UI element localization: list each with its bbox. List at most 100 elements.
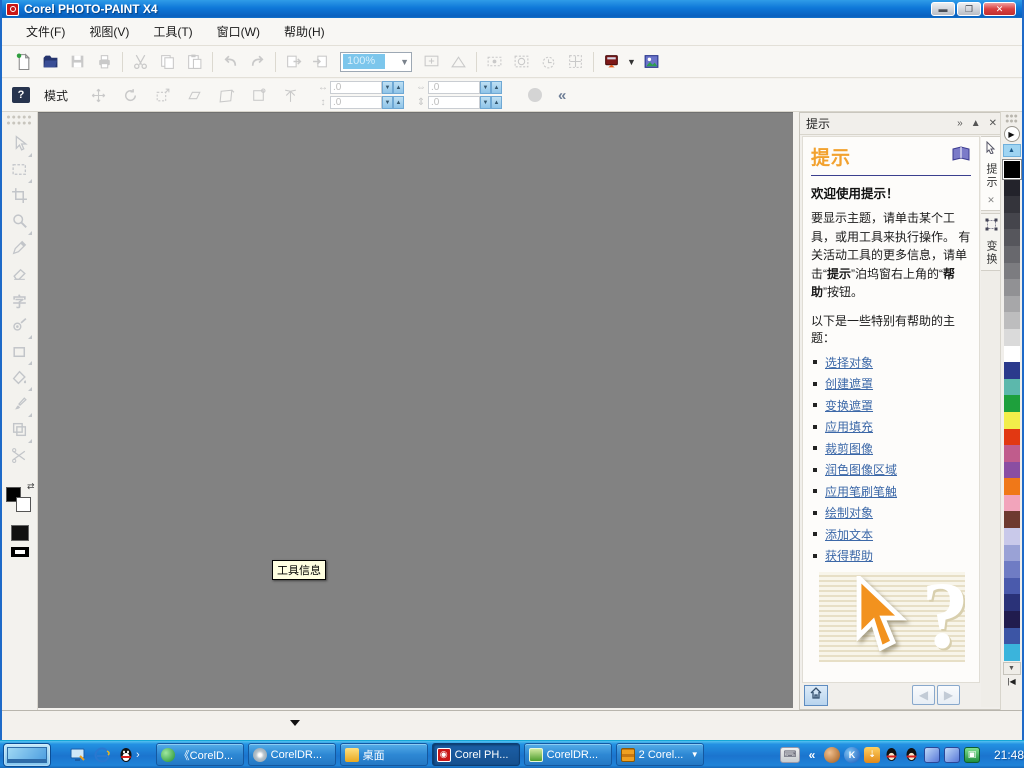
color-swatch[interactable] <box>1003 511 1020 529</box>
taskbar-button[interactable]: CorelDR... <box>523 743 612 766</box>
hint-topic-link[interactable]: 应用笔刷笔触 <box>825 483 897 500</box>
taskbar-button[interactable]: 桌面 <box>339 743 428 766</box>
export-button[interactable] <box>307 50 334 74</box>
tab-transform[interactable]: 变换 <box>981 213 1002 271</box>
skew-button[interactable] <box>178 83 210 107</box>
help-book-icon[interactable] <box>951 146 971 167</box>
quicklaunch-expand-icon[interactable]: › <box>136 749 140 761</box>
collapse-chevron-icon[interactable]: « <box>804 747 820 763</box>
taskbar-button[interactable]: CorelDR... <box>247 743 336 766</box>
color-swatch[interactable] <box>1003 561 1020 578</box>
hint-topic-link[interactable]: 获得帮助 <box>825 547 873 564</box>
pick-tool[interactable] <box>6 133 34 159</box>
menu-window[interactable]: 窗口(W) <box>205 19 272 44</box>
color-swatch[interactable] <box>1003 362 1020 379</box>
color-swatch[interactable] <box>1003 445 1020 462</box>
color-swatch[interactable] <box>1002 160 1021 179</box>
color-swatch[interactable] <box>1003 279 1020 296</box>
color-swatch[interactable] <box>1003 594 1020 612</box>
minimize-button[interactable]: ▬ <box>931 2 955 16</box>
color-swatch[interactable] <box>1003 212 1020 230</box>
hint-topic-link[interactable]: 添加文本 <box>825 526 873 543</box>
duplicate-button[interactable] <box>535 50 562 74</box>
perspective-button[interactable] <box>242 83 274 107</box>
downloader-icon[interactable]: ⇣ <box>863 746 880 763</box>
color-swatch[interactable] <box>1003 345 1020 363</box>
palette-flyout-button[interactable]: ▶ <box>1003 126 1020 142</box>
welcome-screen-button[interactable] <box>638 50 665 74</box>
y-spin-up[interactable]: ▲ <box>393 96 405 109</box>
qq-contact-1-icon[interactable] <box>884 747 900 763</box>
docker-close-icon[interactable]: ✕ <box>989 118 997 129</box>
color-swatch[interactable] <box>1003 461 1020 479</box>
color-swatch[interactable] <box>1003 229 1020 246</box>
mask-border-button[interactable] <box>508 50 535 74</box>
palette-expand-button[interactable]: |◀ <box>1004 677 1020 686</box>
cut-button[interactable] <box>127 50 154 74</box>
mask-overlay-button[interactable] <box>445 50 472 74</box>
open-button[interactable] <box>37 50 64 74</box>
color-swatch[interactable] <box>1003 378 1020 396</box>
w-spin-down[interactable]: ▼ <box>480 81 492 94</box>
transparency-grid-button[interactable] <box>562 50 589 74</box>
hint-topic-link[interactable]: 裁剪图像 <box>825 440 873 457</box>
color-swatch[interactable] <box>1003 528 1020 545</box>
home-button[interactable] <box>804 684 828 706</box>
mask-tool[interactable] <box>6 159 34 185</box>
hint-topic-link[interactable]: 选择对象 <box>825 354 873 371</box>
color-swatch[interactable] <box>1003 312 1020 329</box>
combo-dropdown-icon[interactable]: ▼ <box>400 57 409 67</box>
paste-button[interactable] <box>181 50 208 74</box>
show-mask-marquee-button[interactable] <box>481 50 508 74</box>
rotate-button[interactable] <box>114 83 146 107</box>
docker-collapse-icon[interactable]: ▲ <box>971 118 981 129</box>
paint-tool[interactable] <box>6 393 34 419</box>
color-swatch[interactable] <box>1003 644 1020 661</box>
forward-button[interactable]: ▶ <box>937 685 960 705</box>
tab-hints[interactable]: 提示 ✕ <box>981 136 1002 211</box>
width-field[interactable]: .0 <box>428 81 481 94</box>
tab-close-icon[interactable]: ✕ <box>987 195 995 206</box>
start-button[interactable] <box>3 742 51 767</box>
taskbar-button[interactable]: 2 Corel... ▼ <box>615 743 704 766</box>
color-swatch[interactable] <box>1003 494 1020 512</box>
x-spin-up[interactable]: ▲ <box>393 81 405 94</box>
color-swatch[interactable] <box>1003 544 1020 562</box>
hint-topic-link[interactable]: 应用填充 <box>825 418 873 435</box>
x-spin-down[interactable]: ▼ <box>382 81 394 94</box>
docker-float-icon[interactable]: » <box>957 118 963 129</box>
touchup-tool[interactable] <box>6 315 34 341</box>
hint-topic-link[interactable]: 润色图像区域 <box>825 461 897 478</box>
w-spin-up[interactable]: ▲ <box>491 81 503 94</box>
network-status-2-icon[interactable] <box>943 746 960 763</box>
eyedropper-tool[interactable] <box>6 237 34 263</box>
background-color-swatch[interactable] <box>15 497 31 512</box>
position-button[interactable] <box>82 83 114 107</box>
group-dropdown-icon[interactable]: ▼ <box>691 750 699 759</box>
color-swatch[interactable] <box>1003 627 1020 645</box>
distort-button[interactable] <box>210 83 242 107</box>
color-swatch[interactable] <box>1003 196 1020 213</box>
swap-colors-icon[interactable]: ⇄ <box>27 481 35 492</box>
anchor-point-button[interactable] <box>274 83 306 107</box>
color-swatch[interactable] <box>1003 395 1020 412</box>
hint-topic-link[interactable]: 创建遮罩 <box>825 375 873 392</box>
palette-scroll-down[interactable]: ▼ <box>1002 661 1021 675</box>
menu-help[interactable]: 帮助(H) <box>272 19 337 44</box>
keyboard-indicator-icon[interactable]: ⌨ <box>779 746 800 763</box>
color-swatch[interactable] <box>1003 328 1020 346</box>
show-desktop-icon[interactable] <box>69 746 86 763</box>
h-spin-up[interactable]: ▲ <box>491 96 503 109</box>
effect-tool[interactable] <box>6 419 34 445</box>
print-button[interactable] <box>91 50 118 74</box>
restore-button[interactable]: ❐ <box>957 2 981 16</box>
color-swatch[interactable] <box>1003 179 1020 197</box>
apply-button[interactable] <box>528 88 543 102</box>
menu-view[interactable]: 视图(V) <box>77 19 141 44</box>
color-swatch[interactable] <box>1003 577 1020 595</box>
color-swatch[interactable] <box>1003 245 1020 263</box>
internet-explorer-icon[interactable] <box>93 746 110 763</box>
color-swatch[interactable] <box>1003 411 1020 429</box>
security-box-icon[interactable]: ▣ <box>963 746 980 763</box>
menu-file[interactable]: 文件(F) <box>14 19 77 44</box>
